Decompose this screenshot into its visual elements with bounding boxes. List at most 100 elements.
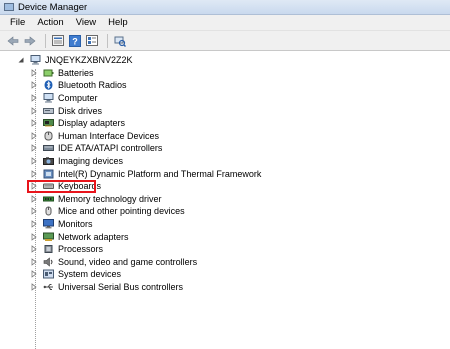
network-adapter-icon	[43, 232, 54, 242]
tree-item-label: Batteries	[58, 67, 94, 78]
device-manager-icon	[4, 3, 14, 11]
forward-arrow-icon	[24, 35, 36, 46]
tree-item-ide-controller[interactable]: IDE ATA/ATAPI controllers	[0, 142, 450, 155]
hid-icon	[43, 131, 54, 141]
system-devices-icon	[43, 269, 54, 279]
tree-item-bluetooth[interactable]: Bluetooth Radios	[0, 79, 450, 92]
title-bar: Device Manager	[0, 0, 450, 15]
menu-help[interactable]: Help	[102, 17, 134, 28]
expand-arrow-icon[interactable]	[31, 69, 37, 77]
expand-arrow-icon[interactable]	[31, 157, 37, 165]
tree-item-processor[interactable]: Processors	[0, 243, 450, 256]
ide-controller-icon	[43, 143, 54, 153]
expand-arrow-icon[interactable]	[31, 195, 37, 203]
tree-item-label: Monitors	[58, 219, 93, 230]
tree-item-mouse[interactable]: Mice and other pointing devices	[0, 205, 450, 218]
sound-icon	[43, 257, 54, 267]
tree-item-label: Display adapters	[58, 118, 126, 129]
show-hide-tree-button[interactable]	[51, 34, 65, 48]
toolbar-separator	[45, 33, 46, 48]
memory-icon	[43, 194, 54, 204]
tree-item-network-adapter[interactable]: Network adapters	[0, 230, 450, 243]
tree-item-memory[interactable]: Memory technology driver	[0, 193, 450, 206]
expand-arrow-icon[interactable]	[31, 245, 37, 254]
window-title: Device Manager	[18, 1, 88, 13]
expand-arrow-icon[interactable]	[31, 270, 37, 279]
tree-items: Batteries Bluetooth Radios Computer Disk dr…	[0, 67, 450, 294]
back-button[interactable]	[6, 34, 20, 48]
camera-icon	[43, 156, 54, 166]
tree-item-label: Computer	[58, 93, 98, 104]
toolbar: ?	[0, 31, 450, 51]
tree-item-label: Processors	[58, 244, 104, 255]
computer-name: JNQEYKZXBNV2Z2K	[45, 55, 133, 66]
tree-item-label: Imaging devices	[58, 156, 124, 167]
tree-item-label: Universal Serial Bus controllers	[58, 281, 184, 292]
expand-arrow-icon[interactable]	[31, 94, 37, 102]
expand-arrow-icon[interactable]	[31, 283, 37, 291]
expand-arrow-icon[interactable]	[31, 169, 37, 178]
menu-view[interactable]: View	[70, 17, 102, 28]
tree-item-battery[interactable]: Batteries	[0, 67, 450, 80]
tree-item-camera[interactable]: Imaging devices	[0, 155, 450, 168]
thermal-icon	[43, 169, 54, 179]
device-list-icon	[86, 35, 98, 46]
tree-item-label: Network adapters	[58, 231, 129, 242]
back-arrow-icon	[7, 35, 19, 46]
device-tree: JNQEYKZXBNV2Z2K Batteries Bluetooth Radio…	[0, 51, 450, 349]
tree-item-hid[interactable]: Human Interface Devices	[0, 130, 450, 143]
scan-hardware-icon	[114, 36, 126, 47]
tree-item-label: Bluetooth Radios	[58, 80, 127, 91]
scan-hardware-button[interactable]	[113, 34, 127, 48]
tree-item-monitor[interactable]: Monitors	[0, 218, 450, 231]
menu-file[interactable]: File	[4, 17, 31, 28]
expand-arrow-icon[interactable]	[31, 207, 37, 216]
expand-arrow-icon[interactable]	[31, 132, 37, 140]
tree-item-label: System devices	[58, 269, 122, 280]
display-adapter-icon	[43, 118, 54, 128]
computer-icon	[43, 93, 54, 103]
help-icon: ?	[69, 34, 81, 47]
mouse-icon	[43, 206, 54, 216]
expand-arrow-icon[interactable]	[31, 257, 37, 266]
expand-arrow-icon[interactable]	[31, 106, 37, 115]
expand-arrow-icon[interactable]	[31, 119, 37, 128]
tree-item-usb[interactable]: Universal Serial Bus controllers	[0, 281, 450, 294]
tree-item-system-devices[interactable]: System devices	[0, 268, 450, 281]
tree-item-label: Memory technology driver	[58, 193, 162, 204]
menu-bar: File Action View Help	[0, 15, 450, 31]
tree-root[interactable]: JNQEYKZXBNV2Z2K	[0, 54, 450, 67]
properties-icon	[52, 35, 64, 46]
tree-item-computer[interactable]: Computer	[0, 92, 450, 105]
tree-item-label: Mice and other pointing devices	[58, 206, 185, 217]
tree-item-sound[interactable]: Sound, video and game controllers	[0, 256, 450, 269]
tree-item-keyboard[interactable]: Keyboards	[0, 179, 450, 193]
expand-arrow-icon[interactable]	[31, 81, 37, 90]
tree-item-thermal[interactable]: Intel(R) Dynamic Platform and Thermal Fr…	[0, 167, 450, 180]
menu-action[interactable]: Action	[31, 17, 69, 28]
tree-item-label: Human Interface Devices	[58, 130, 160, 141]
computer-icon	[30, 55, 41, 65]
tree-item-display-adapter[interactable]: Display adapters	[0, 117, 450, 130]
bluetooth-icon	[43, 80, 54, 91]
tree-item-label: Sound, video and game controllers	[58, 256, 198, 267]
tree-item-disk-drive[interactable]: Disk drives	[0, 104, 450, 117]
monitor-icon	[43, 219, 54, 229]
tree-item-label: Disk drives	[58, 105, 103, 116]
processor-icon	[43, 244, 54, 254]
battery-icon	[43, 68, 54, 78]
highlight-box	[27, 179, 96, 193]
disk-drive-icon	[43, 106, 54, 116]
toolbar-separator	[107, 33, 108, 48]
collapse-arrow-icon[interactable]	[18, 56, 24, 64]
usb-icon	[43, 282, 54, 292]
tree-item-label: IDE ATA/ATAPI controllers	[58, 143, 163, 154]
help-button[interactable]: ?	[68, 34, 82, 48]
svg-text:?: ?	[72, 36, 78, 46]
expand-arrow-icon[interactable]	[31, 144, 37, 153]
expand-arrow-icon[interactable]	[31, 220, 37, 228]
device-list-button[interactable]	[85, 34, 99, 48]
forward-button[interactable]	[23, 34, 37, 48]
expand-arrow-icon[interactable]	[31, 232, 37, 241]
tree-item-label: Intel(R) Dynamic Platform and Thermal Fr…	[58, 168, 262, 179]
